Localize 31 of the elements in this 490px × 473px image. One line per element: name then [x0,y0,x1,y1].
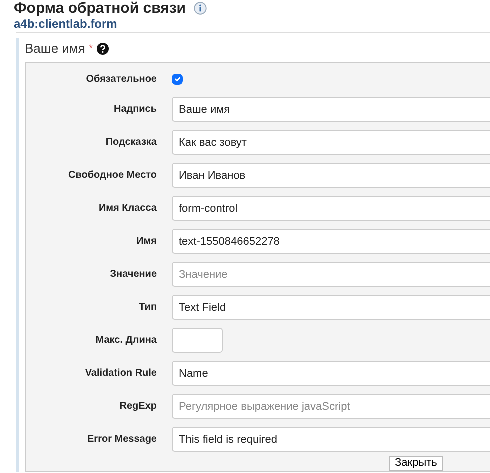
input-field[interactable]: Ваше имя [172,97,490,122]
field-label: Тип [138,301,157,315]
page-title: Форма обратной связи [14,0,186,17]
input-field[interactable]: form-control [172,196,490,221]
input-field[interactable]: Как вас зовут [172,130,490,155]
field-label: Validation Rule [84,367,157,381]
field-label: Подсказка [104,136,157,150]
field-label: Надпись [112,103,157,117]
input-field[interactable]: Name [172,361,490,386]
input-field[interactable]: This field is required [172,427,490,452]
input-field[interactable]: Иван Иванов [172,163,490,188]
input-field[interactable]: Значение [172,262,490,287]
field-label: Error Message [86,433,157,447]
field-label: Ваше имя [25,41,86,57]
info-icon[interactable] [194,2,208,15]
required-checkbox[interactable] [172,74,183,84]
close-button[interactable]: Закрыть [389,456,444,471]
input-field[interactable]: text-1550846652278 [172,229,490,254]
form-identifier: a4b:clientlab.form [14,17,118,31]
field-label: Макс. Длина [94,334,157,348]
required-mark: * [89,42,93,56]
field-label: Имя [136,235,157,249]
input-field[interactable]: Регулярное выражение javaScript [172,394,490,419]
field-label: Свободное Место [67,169,157,183]
field-label: Имя Класса [98,202,157,216]
field-label: Значение [109,268,157,282]
help-icon[interactable] [96,43,109,55]
input-field[interactable] [172,328,223,353]
field-label: Обязательное [85,72,157,86]
field-label: RegExp [118,400,157,414]
input-field[interactable]: Text Field [172,295,490,320]
